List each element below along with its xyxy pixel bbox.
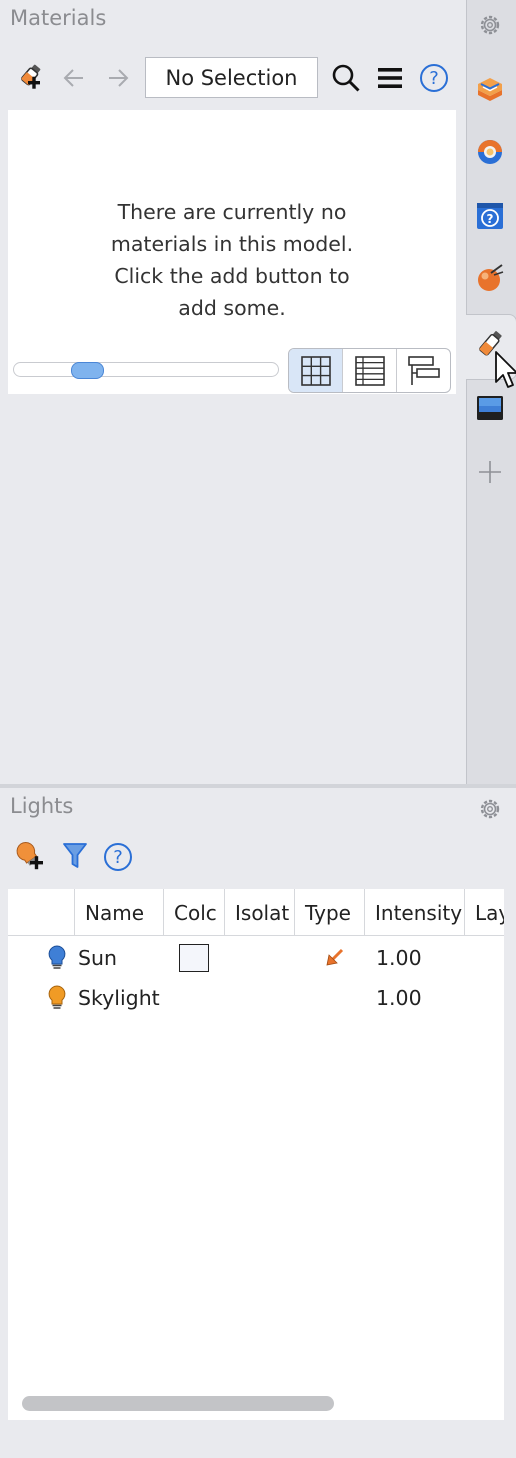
empty-message-line: add some.	[178, 296, 286, 320]
display-icon[interactable]	[474, 392, 506, 424]
empty-message-line: materials in this model.	[110, 232, 354, 256]
help-icon[interactable]: ?	[102, 841, 134, 873]
menu-icon[interactable]	[374, 62, 406, 94]
light-intensity: 1.00	[376, 986, 422, 1010]
column-header-isolate[interactable]: Isolat	[225, 889, 295, 935]
tree-view-icon	[407, 355, 440, 385]
slider-thumb[interactable]	[71, 362, 104, 379]
horizontal-scrollbar[interactable]	[22, 1396, 334, 1411]
layers-icon[interactable]	[474, 72, 506, 104]
materials-panel-title: Materials	[10, 6, 107, 30]
filter-icon[interactable]	[60, 840, 90, 872]
list-view-button[interactable]	[343, 349, 397, 392]
grid-view-button[interactable]	[289, 349, 343, 392]
svg-text:?: ?	[429, 68, 439, 89]
empty-message-line: There are currently no	[117, 200, 347, 224]
render-icon[interactable]	[474, 262, 506, 294]
column-header-color[interactable]: Colc	[164, 889, 225, 935]
thumbnail-size-slider[interactable]	[13, 362, 279, 377]
add-light-icon[interactable]	[14, 840, 46, 872]
empty-message-line: Click the add button to	[114, 264, 350, 288]
add-material-icon[interactable]	[14, 62, 46, 94]
lights-table-header: Name Colc Isolat Type Intensity Lay	[8, 889, 504, 936]
environment-icon[interactable]	[474, 136, 506, 168]
column-header-layer[interactable]: Lay	[465, 889, 504, 935]
column-header-name[interactable]: Name	[75, 889, 164, 935]
list-view-icon	[354, 355, 385, 386]
grid-view-icon	[300, 355, 331, 386]
lights-panel-title: Lights	[10, 794, 74, 818]
light-name: Sun	[78, 946, 117, 970]
light-bulb-icon	[48, 938, 68, 978]
column-header-type[interactable]: Type	[295, 889, 365, 935]
table-row[interactable]: Sun 1.00	[8, 938, 504, 978]
view-mode-group	[288, 348, 451, 393]
gear-icon[interactable]	[476, 795, 504, 823]
light-bulb-icon	[48, 978, 68, 1018]
svg-text:?: ?	[113, 847, 123, 868]
tree-view-button[interactable]	[397, 349, 450, 392]
light-name: Skylight	[78, 986, 160, 1010]
back-arrow-icon[interactable]	[60, 64, 88, 92]
column-header-intensity[interactable]: Intensity	[365, 889, 465, 935]
help-icon[interactable]: ?	[418, 62, 450, 94]
help-panel-icon[interactable]: ?	[474, 200, 506, 232]
add-tab-icon[interactable]	[474, 456, 506, 488]
forward-arrow-icon[interactable]	[104, 64, 132, 92]
selection-field[interactable]: No Selection	[145, 57, 318, 98]
table-row[interactable]: Skylight 1.00	[8, 978, 504, 1018]
gear-icon[interactable]	[474, 9, 506, 41]
svg-text:?: ?	[487, 212, 494, 226]
mouse-cursor-icon	[494, 350, 516, 392]
directional-arrow-icon	[324, 938, 346, 978]
panel-divider[interactable]	[0, 784, 516, 788]
light-intensity: 1.00	[376, 946, 422, 970]
color-swatch[interactable]	[179, 938, 209, 978]
search-icon[interactable]	[330, 62, 362, 94]
column-header-icon[interactable]	[8, 889, 75, 935]
empty-materials-message: There are currently no materials in this…	[8, 196, 456, 324]
